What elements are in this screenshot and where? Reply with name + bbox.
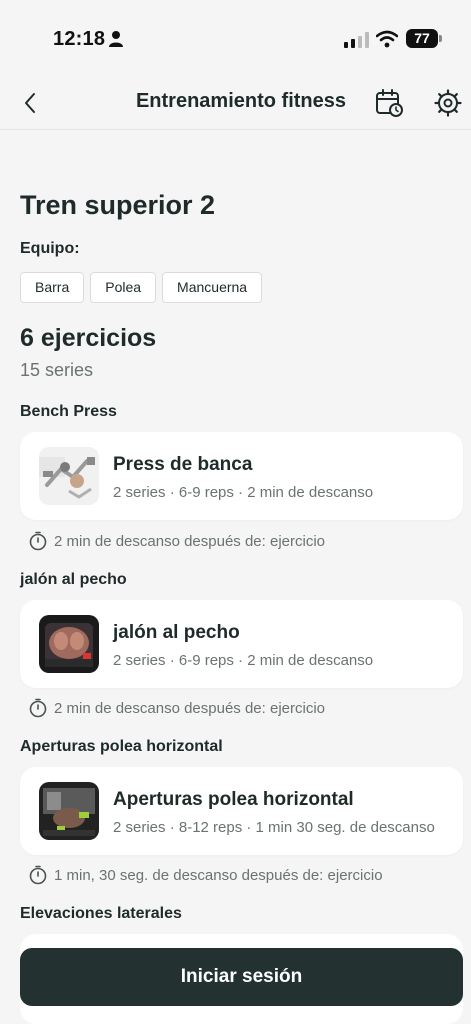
stopwatch-icon [29, 531, 47, 551]
exercise-detail: 2 series · 8-12 reps · 1 min 30 seg. de … [113, 819, 435, 836]
exercise-card[interactable]: Aperturas polea horizontal 2 series · 8-… [20, 767, 463, 855]
gear-icon [434, 89, 462, 117]
wifi-icon [376, 30, 398, 48]
exercise-detail: 2 series · 6-9 reps · 2 min de descanso [113, 652, 374, 669]
equipment-chip: Polea [90, 272, 157, 303]
exercise-name: Aperturas polea horizontal [113, 789, 354, 810]
rest-text: 2 min de descanso después de: ejercicio [54, 699, 325, 717]
exercise-card[interactable]: Press de banca 2 series · 6-9 reps · 2 m… [20, 432, 463, 520]
exercise-name: jalón al pecho [113, 622, 240, 643]
series-count: 15 series [20, 360, 94, 380]
person-icon [109, 31, 123, 47]
routine-title: Tren superior 2 [20, 190, 216, 220]
rest-info: 2 min de descanso después de: ejercicio [28, 698, 325, 718]
rest-info: 1 min, 30 seg. de descanso después de: e… [28, 865, 383, 885]
rest-text: 1 min, 30 seg. de descanso después de: e… [54, 866, 383, 884]
calendar-clock-icon [376, 89, 403, 117]
exercise-group-label: Elevaciones laterales [20, 905, 182, 922]
exercise-thumbnail [39, 447, 99, 505]
rest-info: 2 min de descanso después de: ejercicio [28, 531, 325, 551]
battery-indicator: 77 [406, 29, 442, 48]
schedule-button[interactable] [374, 88, 404, 118]
settings-button[interactable] [433, 88, 463, 118]
exercise-count: 6 ejercicios [20, 324, 157, 352]
battery-tip [439, 35, 442, 42]
rest-text: 2 min de descanso después de: ejercicio [54, 532, 325, 550]
equipment-list: Barra Polea Mancuerna [20, 272, 263, 303]
equipment-chip: Barra [20, 272, 85, 303]
status-bar: 12:18 77 [0, 0, 471, 78]
exercise-name: Press de banca [113, 454, 253, 475]
start-session-button[interactable]: Iniciar sesión [20, 948, 463, 1006]
equipment-label: Equipo: [20, 240, 80, 257]
exercise-card[interactable]: jalón al pecho 2 series · 6-9 reps · 2 m… [20, 600, 463, 688]
exercise-thumbnail [39, 615, 99, 673]
exercise-group-label: jalón al pecho [20, 571, 127, 588]
equipment-chip: Mancuerna [162, 272, 263, 303]
status-time: 12:18 [53, 28, 106, 50]
nav-bar: Entrenamiento fitness [0, 78, 471, 130]
exercise-group-label: Bench Press [20, 403, 117, 420]
exercise-detail: 2 series · 6-9 reps · 2 min de descanso [113, 484, 374, 501]
signal-icon [344, 32, 369, 48]
battery-level: 77 [406, 29, 438, 48]
exercise-group-label: Aperturas polea horizontal [20, 738, 223, 755]
stopwatch-icon [29, 865, 47, 885]
exercise-thumbnail [39, 782, 99, 840]
stopwatch-icon [29, 698, 47, 718]
